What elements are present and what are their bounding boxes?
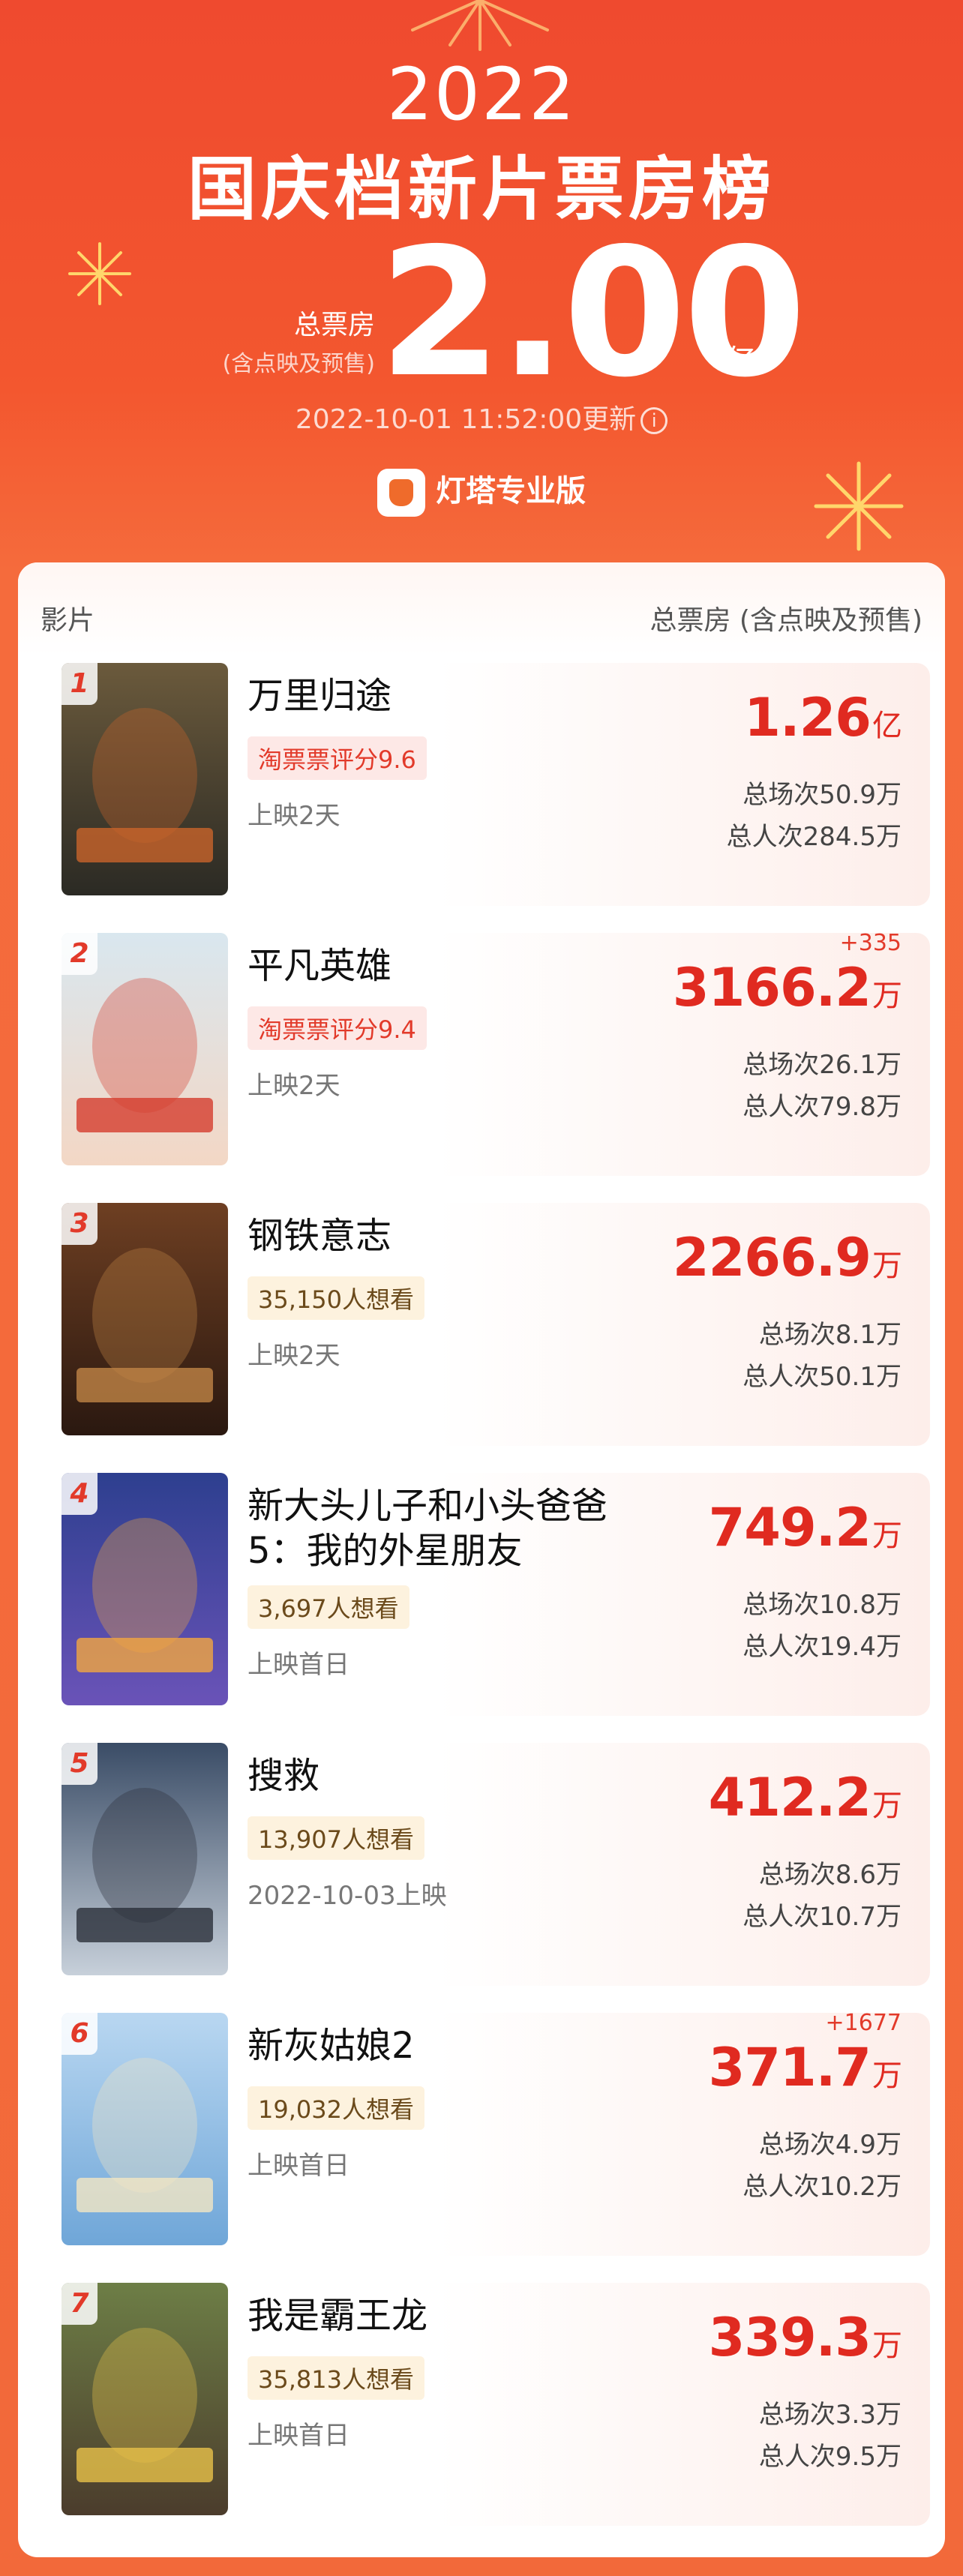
film-row[interactable]: 6 新灰姑娘2 19,032人想看上映首日 +1677 371.7万总场次4.9万总人次… (33, 2010, 930, 2256)
film-title[interactable]: 搜救 (248, 1753, 638, 1798)
want-to-see-badge: 35,150人想看 (248, 1276, 424, 1320)
box-office-value: 749.2万 (709, 1497, 902, 1558)
release-status: 上映2天 (248, 1071, 340, 1101)
total-shows: 总场次26.1万 (742, 1050, 902, 1080)
rank-badge: 6 (62, 2013, 98, 2055)
total-shows: 总场次3.3万 (758, 2400, 902, 2430)
film-row[interactable]: 5 搜救 13,907人想看 2022-10-03上映 412.2万总场次8.6万总人次… (33, 1743, 930, 1986)
column-box-office: 总票房 (含点映及预售) (650, 605, 922, 636)
box-office-delta: +335 (839, 930, 902, 956)
total-box-office-label: 总票房 (293, 310, 375, 340)
film-row[interactable]: 4 新大头儿子和小头爸爸5：我的外星朋友 3,697人想看上映首日 749.2万总场次… (33, 1473, 930, 1716)
film-poster[interactable]: 1 (62, 663, 228, 895)
box-office-value: 3166.2万 (673, 957, 902, 1018)
total-viewers: 总人次10.7万 (742, 1902, 902, 1932)
film-title[interactable]: 万里归途 (248, 673, 638, 718)
total-viewers: 总人次284.5万 (726, 822, 902, 852)
release-status: 上映首日 (248, 2151, 350, 2181)
box-office-number: 339.3 (708, 2307, 872, 2368)
rank-badge: 1 (62, 663, 98, 705)
rating-badge: 淘票票评分9.4 (248, 1006, 427, 1050)
ranking-card: 影片 总票房 (含点映及预售) 1 万里归途淘票票评分9.6 上映2天 1.26亿总场… (18, 562, 945, 2557)
box-office-unit: 万 (872, 1789, 902, 1823)
total-box-office-note: (含点映及预售) (222, 351, 375, 377)
film-title[interactable]: 新大头儿子和小头爸爸5：我的外星朋友 (248, 1483, 638, 1573)
film-row[interactable]: 2 平凡英雄淘票票评分9.4 上映2天 +335 3166.2万总场次26.1万 总人次7… (33, 930, 930, 1176)
release-status: 上映2天 (248, 801, 340, 831)
want-to-see-badge: 13,907人想看 (248, 1816, 424, 1860)
firework-icon (411, 0, 549, 51)
total-box-office-unit: 亿 (724, 343, 757, 379)
update-time: 2022-10-01 11:52:00更新 i (0, 397, 963, 436)
box-office-unit: 亿 (872, 709, 902, 743)
release-status: 上映首日 (248, 2421, 350, 2451)
total-shows: 总场次8.1万 (758, 1320, 902, 1350)
box-office-value: 339.3万 (709, 2307, 902, 2368)
film-row[interactable]: 1 万里归途淘票票评分9.6 上映2天 1.26亿总场次50.9万总人次284.5万 (33, 663, 930, 906)
film-row[interactable]: 3 钢铁意志 35,150人想看上映2天 2266.9万总场次8.1万总人次50.1万 (33, 1203, 930, 1446)
dengta-logo-icon (377, 469, 425, 517)
total-viewers: 总人次79.8万 (742, 1092, 902, 1122)
box-office-delta: +1677 (825, 2010, 902, 2036)
want-to-see-badge: 3,697人想看 (248, 1585, 410, 1629)
total-viewers: 总人次50.1万 (742, 1362, 902, 1392)
box-office-unit: 万 (872, 1249, 902, 1283)
want-to-see-badge: 35,813人想看 (248, 2356, 424, 2400)
update-time-text: 2022-10-01 11:52:00更新 (295, 404, 637, 435)
brand: 灯塔专业版 (0, 466, 963, 517)
box-office-value: 1.26亿 (744, 687, 902, 748)
release-status: 上映2天 (248, 1341, 340, 1371)
box-office-value: 371.7万 (709, 2037, 902, 2098)
box-office-value: 412.2万 (709, 1767, 902, 1828)
firework-icon (68, 242, 131, 305)
box-office-number: 749.2 (708, 1497, 872, 1558)
table-header: 影片 总票房 (含点映及预售) (18, 562, 945, 655)
film-title[interactable]: 我是霸王龙 (248, 2293, 638, 2338)
total-shows: 总场次50.9万 (742, 780, 902, 810)
film-poster[interactable]: 3 (62, 1203, 228, 1435)
box-office-unit: 万 (872, 1519, 902, 1553)
header-banner: 2022 国庆档新片票房榜 总票房 (含点映及预售) 2.00 亿 2022-1… (0, 0, 963, 570)
rank-badge: 5 (62, 1743, 98, 1785)
film-title[interactable]: 平凡英雄 (248, 943, 638, 988)
film-poster[interactable]: 7 (62, 2283, 228, 2515)
film-poster[interactable]: 4 (62, 1473, 228, 1705)
box-office-unit: 万 (872, 2059, 902, 2093)
box-office-number: 1.26 (744, 687, 872, 748)
film-title[interactable]: 钢铁意志 (248, 1213, 638, 1258)
total-viewers: 总人次19.4万 (742, 1632, 902, 1662)
info-icon[interactable]: i (640, 407, 668, 434)
rank-badge: 7 (62, 2283, 98, 2325)
brand-name: 灯塔专业版 (436, 474, 586, 508)
box-office-number: 3166.2 (672, 957, 872, 1018)
release-status: 2022-10-03上映 (248, 1881, 447, 1911)
box-office-number: 2266.9 (672, 1227, 872, 1288)
release-status: 上映首日 (248, 1650, 350, 1680)
rank-badge: 2 (62, 933, 98, 975)
film-poster[interactable]: 6 (62, 2013, 228, 2245)
rating-badge: 淘票票评分9.6 (248, 736, 427, 780)
total-viewers: 总人次10.2万 (742, 2172, 902, 2202)
film-row[interactable]: 7 我是霸王龙 35,813人想看上映首日 339.3万总场次3.3万 总人次9.5万 (33, 2283, 930, 2526)
box-office-unit: 万 (872, 2329, 902, 2363)
box-office-value: 2266.9万 (673, 1227, 902, 1288)
box-office-unit: 万 (872, 979, 902, 1013)
box-office-number: 412.2 (708, 1767, 872, 1828)
want-to-see-badge: 19,032人想看 (248, 2086, 424, 2130)
film-poster[interactable]: 2 (62, 933, 228, 1165)
total-shows: 总场次10.8万 (742, 1590, 902, 1620)
film-poster[interactable]: 5 (62, 1743, 228, 1975)
box-office-number: 371.7 (708, 2037, 872, 2098)
column-film: 影片 (40, 605, 95, 636)
total-shows: 总场次4.9万 (758, 2130, 902, 2160)
rank-badge: 4 (62, 1473, 98, 1515)
total-viewers: 总人次9.5万 (758, 2442, 902, 2472)
total-shows: 总场次8.6万 (758, 1860, 902, 1890)
year-heading: 2022 (386, 52, 577, 136)
rank-badge: 3 (62, 1203, 98, 1245)
film-title[interactable]: 新灰姑娘2 (248, 2023, 638, 2068)
